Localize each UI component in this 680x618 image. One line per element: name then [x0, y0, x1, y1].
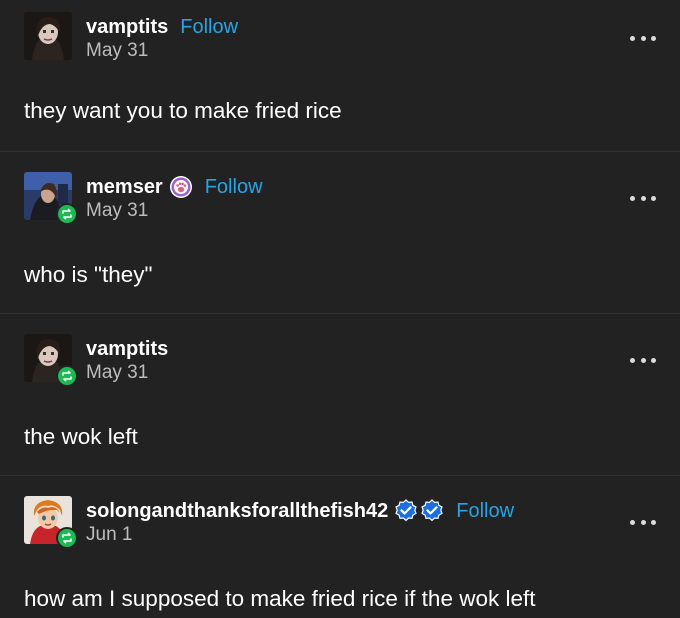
post-item: solongandthanksforallthefish42 Follow Ju…	[0, 476, 680, 618]
more-options-icon[interactable]	[630, 518, 656, 526]
follow-button[interactable]: Follow	[180, 16, 238, 39]
post-item: vamptits May 31 the wok left	[0, 314, 680, 476]
reblog-icon	[56, 203, 78, 225]
post-text: who is "they"	[24, 262, 153, 287]
avatar[interactable]	[24, 12, 72, 60]
follow-button[interactable]: Follow	[205, 176, 263, 199]
more-options-icon[interactable]	[630, 194, 656, 202]
post-thread: vamptits Follow May 31 they want you to …	[0, 0, 680, 618]
more-options-icon[interactable]	[630, 356, 656, 364]
post-date: May 31	[86, 200, 149, 221]
verified-badge-icon	[420, 499, 444, 523]
reblog-icon	[56, 365, 78, 387]
username[interactable]: solongandthanksforallthefish42	[86, 500, 388, 523]
post-item: memser Follow May 31 who is "they"	[0, 152, 680, 314]
post-date: May 31	[86, 40, 149, 61]
username[interactable]: vamptits	[86, 338, 168, 361]
more-options-icon[interactable]	[630, 34, 656, 42]
post-date: May 31	[86, 362, 149, 383]
post-date: Jun 1	[86, 524, 133, 545]
verified-badge-icon	[394, 499, 418, 523]
post-text: the wok left	[24, 424, 138, 449]
post-text: they want you to make fried rice	[24, 98, 342, 123]
follow-button[interactable]: Follow	[456, 500, 514, 523]
reblog-icon	[56, 527, 78, 549]
post-item: vamptits Follow May 31 they want you to …	[0, 0, 680, 152]
post-text: how am I supposed to make fried rice if …	[24, 586, 536, 611]
paw-badge-icon	[169, 175, 193, 199]
username[interactable]: memser	[86, 176, 163, 199]
username[interactable]: vamptits	[86, 16, 168, 39]
